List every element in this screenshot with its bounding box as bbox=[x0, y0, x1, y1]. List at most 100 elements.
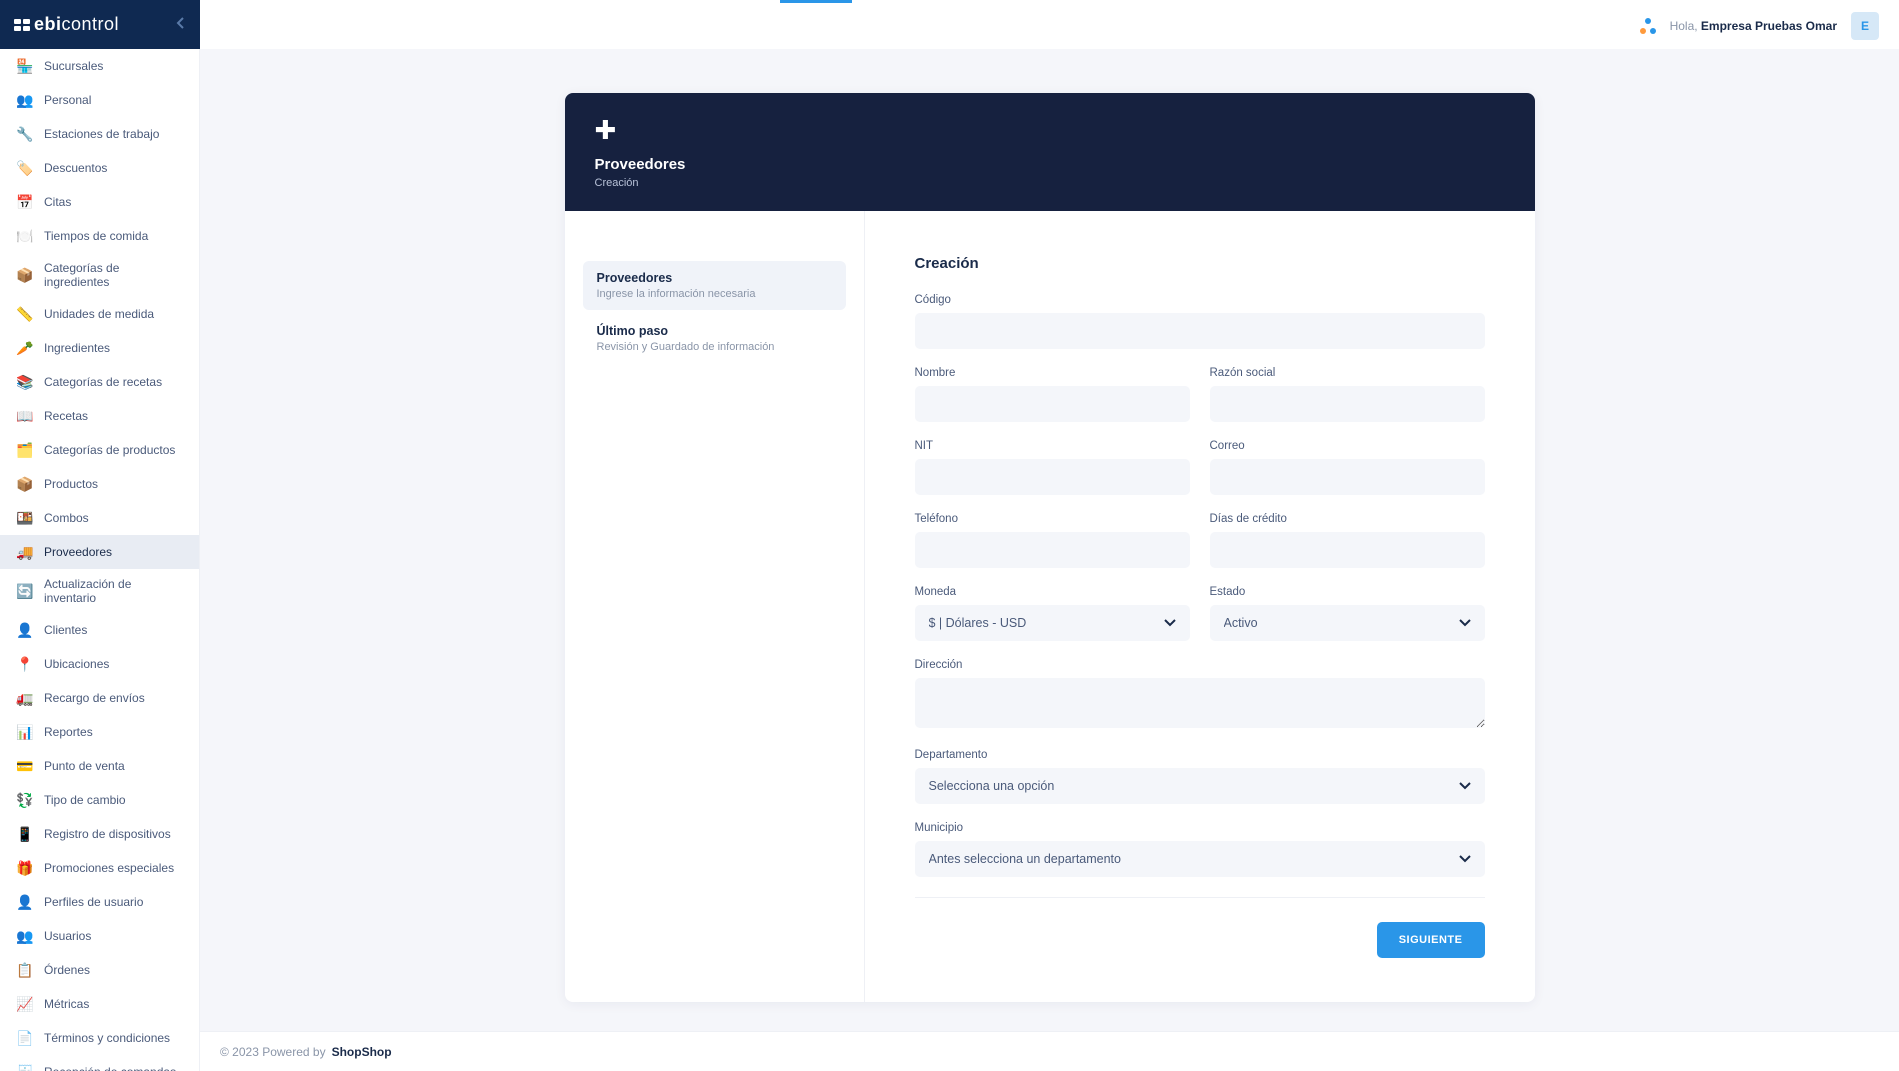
label-nit: NIT bbox=[915, 440, 1190, 452]
wizard-step[interactable]: Último pasoRevisión y Guardado de inform… bbox=[583, 314, 846, 363]
sidebar-item-actualizaci-n-de-inventario[interactable]: 🔄Actualización de inventario bbox=[0, 569, 199, 613]
sidebar-item-label: Reportes bbox=[44, 725, 93, 739]
sidebar-item-recepci-n-de-comandas[interactable]: 🧾Recepción de comandas bbox=[0, 1055, 199, 1071]
sidebar-item-icon: 🎁 bbox=[16, 859, 34, 877]
sidebar-item-combos[interactable]: 🍱Combos bbox=[0, 501, 199, 535]
top-loading-accent bbox=[780, 0, 852, 3]
sidebar-item-perfiles-de-usuario[interactable]: 👤Perfiles de usuario bbox=[0, 885, 199, 919]
sidebar-item-ingredientes[interactable]: 🥕Ingredientes bbox=[0, 331, 199, 365]
sidebar-item-proveedores[interactable]: 🚚Proveedores bbox=[0, 535, 199, 569]
form-card: ✚ Proveedores Creación ProveedoresIngres… bbox=[565, 93, 1535, 1002]
sidebar-item-promociones-especiales[interactable]: 🎁 Promociones especiales bbox=[0, 851, 199, 885]
label-dias: Días de crédito bbox=[1210, 513, 1485, 525]
label-direccion: Dirección bbox=[915, 659, 1485, 671]
sidebar-item-icon: 📍 bbox=[16, 655, 34, 673]
sidebar-item-usuarios[interactable]: 👥Usuarios bbox=[0, 919, 199, 953]
sidebar-item-punto-de-venta[interactable]: 💳Punto de venta bbox=[0, 749, 199, 783]
input-dias-credito[interactable] bbox=[1210, 532, 1485, 568]
apps-icon[interactable] bbox=[1640, 18, 1656, 34]
sidebar-item-label: Estaciones de trabajo bbox=[44, 127, 159, 141]
sidebar-item-recetas[interactable]: 📖Recetas bbox=[0, 399, 199, 433]
sidebar-item-icon: 📈 bbox=[16, 995, 34, 1013]
card-body: ProveedoresIngrese la información necesa… bbox=[565, 211, 1535, 1002]
select-municipio[interactable]: Antes selecciona un departamento bbox=[915, 841, 1485, 877]
textarea-direccion[interactable] bbox=[915, 678, 1485, 728]
sidebar-item-label: Tipo de cambio bbox=[44, 793, 126, 807]
card-subtitle: Creación bbox=[595, 177, 1505, 189]
input-telefono[interactable] bbox=[915, 532, 1190, 568]
brand-header: ebicontrol bbox=[0, 0, 200, 49]
sidebar-item-icon: 📅 bbox=[16, 193, 34, 211]
footer-link[interactable]: ShopShop bbox=[332, 1045, 392, 1059]
top-bar: Hola, Empresa Pruebas Omar E bbox=[0, 0, 1899, 49]
sidebar-item-icon: 🚛 bbox=[16, 689, 34, 707]
sidebar-item-registro-de-dispositivos[interactable]: 📱Registro de dispositivos bbox=[0, 817, 199, 851]
label-departamento: Departamento bbox=[915, 749, 1485, 761]
input-codigo[interactable] bbox=[915, 313, 1485, 349]
select-estado[interactable]: Activo bbox=[1210, 605, 1485, 641]
brand-logo-icon bbox=[14, 17, 30, 33]
sidebar-item-sucursales[interactable]: 🏪Sucursales bbox=[0, 49, 199, 83]
select-moneda[interactable]: $ | Dólares - USD bbox=[915, 605, 1190, 641]
sidebar-item-t-rminos-y-condiciones[interactable]: 📄Términos y condiciones bbox=[0, 1021, 199, 1055]
sidebar-item-icon: 👤 bbox=[16, 893, 34, 911]
sidebar-item-icon: 📦 bbox=[16, 266, 34, 284]
wizard-step[interactable]: ProveedoresIngrese la información necesa… bbox=[583, 261, 846, 310]
step-title: Proveedores bbox=[597, 271, 832, 285]
sidebar-item-recargo-de-env-os[interactable]: 🚛Recargo de envíos bbox=[0, 681, 199, 715]
sidebar-item-label: Descuentos bbox=[44, 161, 107, 175]
footer-text: © 2023 Powered by bbox=[220, 1045, 326, 1059]
sidebar-item-unidades-de-medida[interactable]: 📏Unidades de medida bbox=[0, 297, 199, 331]
select-departamento[interactable]: Selecciona una opción bbox=[915, 768, 1485, 804]
sidebar-item-descuentos[interactable]: 🏷️ Descuentos bbox=[0, 151, 199, 185]
sidebar-item-personal[interactable]: 👥Personal bbox=[0, 83, 199, 117]
sidebar-item-label: Métricas bbox=[44, 997, 89, 1011]
input-nombre[interactable] bbox=[915, 386, 1190, 422]
brand-name-light: control bbox=[62, 14, 120, 34]
sidebar-item-icon: 📏 bbox=[16, 305, 34, 323]
sidebar-item-m-tricas[interactable]: 📈 Métricas bbox=[0, 987, 199, 1021]
page-footer: © 2023 Powered by ShopShop bbox=[200, 1031, 1899, 1071]
sidebar-item-label: Categorías de productos bbox=[44, 443, 175, 457]
sidebar-item-productos[interactable]: 📦Productos bbox=[0, 467, 199, 501]
sidebar-item-clientes[interactable]: 👤Clientes bbox=[0, 613, 199, 647]
input-correo[interactable] bbox=[1210, 459, 1485, 495]
sidebar-item-estaciones-de-trabajo[interactable]: 🔧Estaciones de trabajo bbox=[0, 117, 199, 151]
sidebar-item-categor-as-de-recetas[interactable]: 📚Categorías de recetas bbox=[0, 365, 199, 399]
sidebar-item-label: Proveedores bbox=[44, 545, 112, 559]
sidebar-item-label: Promociones especiales bbox=[44, 861, 174, 875]
sidebar-item-label: Recetas bbox=[44, 409, 88, 423]
sidebar-item--rdenes[interactable]: 📋Órdenes bbox=[0, 953, 199, 987]
label-correo: Correo bbox=[1210, 440, 1485, 452]
main-content: ✚ Proveedores Creación ProveedoresIngres… bbox=[200, 49, 1899, 1031]
sidebar-item-label: Términos y condiciones bbox=[44, 1031, 170, 1045]
sidebar-item-label: Recepción de comandas bbox=[44, 1065, 176, 1071]
top-bar-right: Hola, Empresa Pruebas Omar E bbox=[1640, 12, 1899, 40]
sidebar-item-label: Categorías de ingredientes bbox=[44, 261, 183, 289]
sidebar-item-icon: 👤 bbox=[16, 621, 34, 639]
step-title: Último paso bbox=[597, 324, 832, 338]
sidebar-item-citas[interactable]: 📅Citas bbox=[0, 185, 199, 219]
input-nit[interactable] bbox=[915, 459, 1190, 495]
sidebar-item-categor-as-de-ingredientes[interactable]: 📦 Categorías de ingredientes bbox=[0, 253, 199, 297]
sidebar-item-label: Productos bbox=[44, 477, 98, 491]
sidebar-item-icon: 🏷️ bbox=[16, 159, 34, 177]
next-button[interactable]: SIGUIENTE bbox=[1377, 922, 1485, 958]
input-razon-social[interactable] bbox=[1210, 386, 1485, 422]
sidebar-item-reportes[interactable]: 📊Reportes bbox=[0, 715, 199, 749]
brand-logo[interactable]: ebicontrol bbox=[14, 14, 119, 35]
label-codigo: Código bbox=[915, 294, 1485, 306]
sidebar-item-label: Tiempos de comida bbox=[44, 229, 148, 243]
sidebar-item-ubicaciones[interactable]: 📍Ubicaciones bbox=[0, 647, 199, 681]
card-header: ✚ Proveedores Creación bbox=[565, 93, 1535, 211]
sidebar-item-tipo-de-cambio[interactable]: 💱Tipo de cambio bbox=[0, 783, 199, 817]
wizard-steps: ProveedoresIngrese la información necesa… bbox=[565, 211, 865, 1002]
user-avatar[interactable]: E bbox=[1851, 12, 1879, 40]
greeting-text: Hola, Empresa Pruebas Omar bbox=[1670, 19, 1837, 33]
sidebar-item-tiempos-de-comida[interactable]: 🍽️Tiempos de comida bbox=[0, 219, 199, 253]
sidebar-collapse-button[interactable] bbox=[176, 17, 186, 32]
sidebar-item-categor-as-de-productos[interactable]: 🗂️Categorías de productos bbox=[0, 433, 199, 467]
form-divider bbox=[915, 897, 1485, 898]
greeting-prefix: Hola, bbox=[1670, 19, 1701, 33]
sidebar-item-label: Personal bbox=[44, 93, 91, 107]
